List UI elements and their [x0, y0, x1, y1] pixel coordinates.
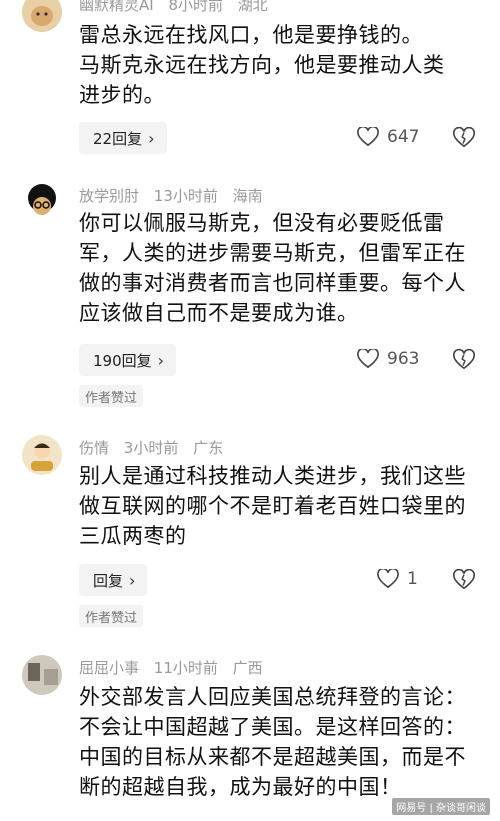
- comment-line: 做的事对消费者而言也同样重要。每个人: [79, 271, 466, 295]
- comment-meta: 幽默精灵AI 8小时前 湖北: [79, 0, 278, 15]
- comment-line: 别人是通过科技推动人类进步，我们这些: [79, 464, 466, 488]
- comment-line: 做互联网的哪个不是盯着老百姓口袋里的: [79, 494, 466, 518]
- author-liked-label: 作者赞过: [85, 610, 138, 626]
- like-button[interactable]: 647: [357, 127, 419, 147]
- reply-label: 22回复: [93, 129, 143, 148]
- location: 海南: [232, 187, 263, 205]
- chevron-right-icon: ›: [129, 570, 136, 590]
- comment-line: 雷总永远在找风口，他是要挣钱的。: [79, 23, 423, 47]
- comment-line: 马斯克永远在找方向，他是要推动人类: [79, 53, 445, 77]
- username[interactable]: 放学别肘: [79, 187, 139, 205]
- user-avatar[interactable]: [22, 183, 62, 223]
- comment-line: 军，人类的进步需要马斯克，但雷军正在: [79, 241, 466, 265]
- watermark: 网易号 | 杂谈哥闲谈: [392, 798, 490, 815]
- heart-icon: [357, 127, 379, 147]
- username[interactable]: 屈屈小事: [79, 659, 139, 677]
- like-count: 963: [387, 349, 420, 369]
- room-photo-avatar-icon: [22, 655, 62, 695]
- timestamp: 11小时前: [153, 659, 218, 677]
- location: 广东: [193, 439, 224, 457]
- user-avatar[interactable]: [22, 0, 62, 32]
- reply-label: 回复: [93, 571, 124, 590]
- comment-line: 外交部发言人回应美国总统拜登的言论：: [79, 685, 466, 709]
- reply-label: 190回复: [93, 351, 152, 370]
- username[interactable]: 幽默精灵AI: [79, 0, 154, 14]
- comment-text: 雷总永远在找风口，他是要挣钱的。 马斯克永远在找方向，他是要推动人类 进步的。: [79, 20, 480, 110]
- reply-button[interactable]: 回复 ›: [79, 564, 148, 596]
- comment-line: 你可以佩服马斯克，但没有必要贬低雷: [79, 211, 445, 235]
- heart-icon: [377, 569, 399, 589]
- chevron-right-icon: ›: [157, 350, 165, 370]
- user-avatar[interactable]: [22, 655, 62, 695]
- comment-text: 外交部发言人回应美国总统拜登的言论： 不会让中国超越了美国。是这样回答的： 中国…: [79, 682, 480, 802]
- comment-meta: 放学别肘 13小时前 海南: [79, 185, 273, 206]
- comment-meta: 伤情 3小时前 广东: [79, 437, 233, 458]
- comment-text: 你可以佩服马斯克，但没有必要贬低雷 军，人类的进步需要马斯克，但雷军正在 做的事…: [79, 208, 480, 328]
- comment-line: 三瓜两枣的: [79, 524, 187, 548]
- broken-heart-icon[interactable]: [453, 127, 475, 149]
- like-button[interactable]: 963: [357, 349, 419, 369]
- broken-heart-icon[interactable]: [453, 569, 475, 591]
- comment-meta: 屈屈小事 11小时前 广西: [79, 657, 273, 678]
- character-avatar-icon: [22, 435, 62, 475]
- chevron-right-icon: ›: [148, 128, 155, 148]
- comment-line: 不会让中国超越了美国。是这样回答的：: [79, 715, 466, 739]
- broken-heart-icon[interactable]: [453, 349, 475, 371]
- author-liked-label: 作者赞过: [85, 390, 138, 406]
- like-count: 647: [387, 127, 420, 147]
- timestamp: 13小时前: [153, 187, 218, 205]
- location: 湖北: [237, 0, 268, 14]
- reply-button[interactable]: 190回复 ›: [79, 344, 177, 376]
- reply-button[interactable]: 22回复 ›: [79, 122, 167, 154]
- comment-line: 进步的。: [79, 83, 165, 107]
- comment-text: 别人是通过科技推动人类进步，我们这些 做互联网的哪个不是盯着老百姓口袋里的 三瓜…: [79, 461, 480, 551]
- heart-icon: [357, 349, 379, 369]
- timestamp: 3小时前: [123, 439, 179, 457]
- dog-avatar-icon: [22, 0, 62, 32]
- user-avatar[interactable]: [22, 435, 62, 475]
- afro-avatar-icon: [22, 183, 62, 223]
- author-liked-badge: 作者赞过: [79, 605, 144, 627]
- like-count: 1: [407, 569, 418, 589]
- comment-line: 中国的目标从来都不是超越美国，而是不: [79, 745, 466, 769]
- like-button[interactable]: 1: [377, 569, 418, 589]
- location: 广西: [232, 659, 263, 677]
- comment-line: 应该做自己而不是要成为谁。: [79, 301, 359, 325]
- username[interactable]: 伤情: [79, 439, 109, 457]
- timestamp: 8小时前: [168, 0, 224, 14]
- author-liked-badge: 作者赞过: [79, 385, 144, 407]
